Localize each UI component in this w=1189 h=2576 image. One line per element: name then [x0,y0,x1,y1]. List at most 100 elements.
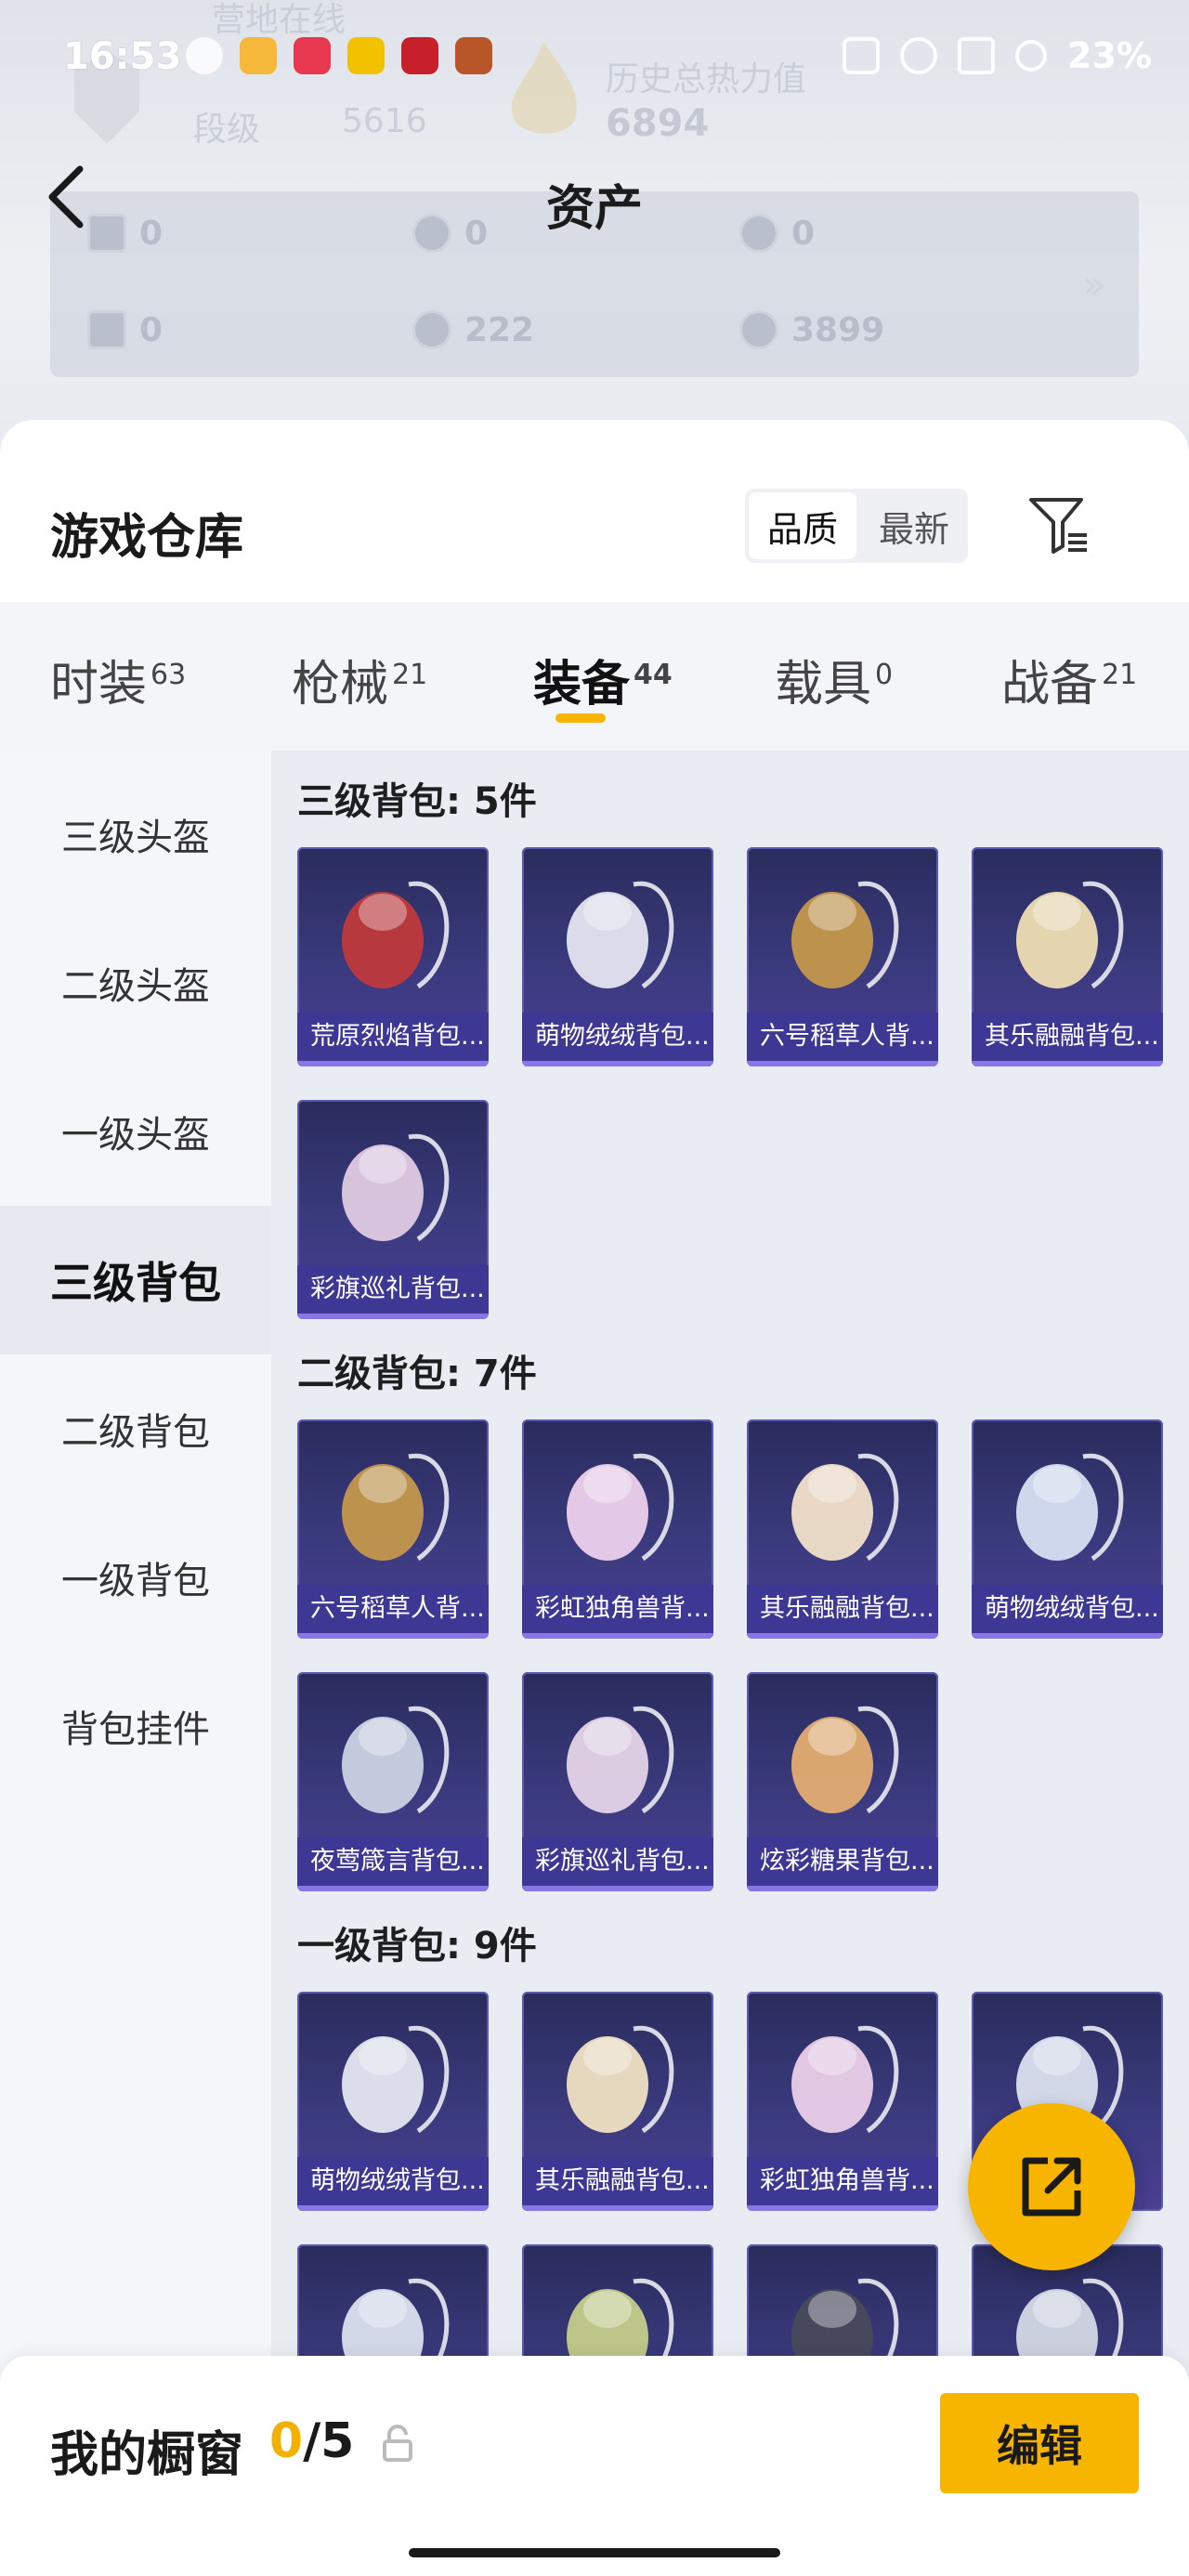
sidebar-item-backpack-2[interactable]: 二级背包 [0,1354,271,1503]
asset-value: 0 [139,310,163,349]
sidebar-item-helmet-3[interactable]: 三级头盔 [0,760,271,909]
header-background: 营地在线 段级 5616 历史总热力值 6894 16:53 23% 0 0 0… [0,0,1189,464]
item-card[interactable]: 六号稻草人背... [747,847,938,1066]
item-grid: 三级背包: 5件 二级背包: 7件 一级背包: 9件 荒原烈焰背包... 萌物绒绒… [271,751,1189,2576]
home-indicator [409,2548,780,2557]
item-card[interactable]: 彩虹独角兽背... [522,1419,713,1639]
rarity-strip [297,1314,489,1319]
item-name: 六号稻草人背... [747,1013,938,1061]
asset-item: 222 [412,310,534,349]
sidebar-item-backpack-pendant[interactable]: 背包挂件 [0,1652,271,1800]
item-card[interactable]: 其乐融融背包... [747,1419,938,1639]
item-card[interactable]: 荒原烈焰背包... [297,847,489,1066]
tab-count: 0 [875,658,894,691]
asset-item: 0 [87,310,163,349]
warehouse-sheet: 游戏仓库 品质 最新 时装 63 枪械 21 装备 44 载具 0 战备 21 三级头盔 … [0,420,1189,2576]
sidebar-item-helmet-2[interactable]: 二级头盔 [0,909,271,1057]
gem-icon [412,310,451,349]
card-icon [87,310,126,349]
tab-fashion[interactable]: 时装 63 [50,645,186,714]
tab-label: 载具 [775,657,872,713]
sidebar-item-backpack-1[interactable]: 一级背包 [0,1503,271,1652]
backpack-icon [791,881,899,989]
item-card[interactable]: 彩虹独角兽背... [747,1992,938,2211]
rarity-strip [297,1633,489,1639]
tab-label: 战备 [1001,657,1099,713]
item-card[interactable]: 夜莺箴言背包... [297,1672,489,1891]
tab-equipment[interactable]: 装备 44 [533,645,673,714]
item-card[interactable]: 彩旗巡礼背包... [297,1100,489,1319]
sim-off-icon [958,37,996,74]
rarity-strip [522,1061,713,1066]
wifi-icon [900,37,938,74]
rarity-strip [747,2205,938,2211]
backpack-icon [342,1133,450,1242]
tab-guns[interactable]: 枪械 21 [292,645,427,714]
tab-battle-gear[interactable]: 战备 21 [1001,645,1137,714]
item-name: 彩旗巡礼背包... [522,1837,713,1886]
status-time: 16:53 [63,35,182,78]
backpack-icon [791,2025,899,2134]
status-app-icons [186,37,492,74]
sidebar: 三级头盔 二级头盔 一级头盔 三级背包 二级背包 一级背包 背包挂件 [0,751,271,2576]
gold-coin-icon [739,310,778,349]
sidebar-item-backpack-3[interactable]: 三级背包 [0,1206,271,1354]
category-tabs: 时装 63 枪械 21 装备 44 载具 0 战备 21 [0,602,1189,751]
backpack-icon [791,1706,899,1814]
item-name: 六号稻草人背... [297,1585,489,1633]
filter-icon[interactable] [1026,492,1092,559]
sort-toggle: 品质 最新 [745,489,968,563]
item-card[interactable]: 其乐融融背包... [522,1992,713,2211]
item-card[interactable]: 彩旗巡礼背包... [522,1672,713,1891]
asset-value: 222 [464,310,535,349]
battery-level: 23% [1067,35,1152,76]
tab-count: 44 [634,658,673,691]
wechat-icon [186,37,223,74]
rarity-strip [747,1886,938,1891]
group-title: 三级背包: 5件 [297,780,537,823]
group-title: 二级背包: 7件 [297,1353,537,1395]
backpack-icon [567,2025,674,2134]
showcase-total: /5 [303,2413,355,2469]
item-card[interactable]: 萌物绒绒背包... [522,847,713,1066]
item-card[interactable]: 萌物绒绒背包... [972,1419,1163,1639]
backpack-icon [567,881,674,989]
group-title: 一级背包: 9件 [297,1925,537,1968]
sort-quality-button[interactable]: 品质 [749,492,856,559]
notes-app-icon [240,37,277,74]
rarity-strip [522,2205,713,2211]
showcase-bar: 我的橱窗 0/5 编辑 [0,2356,1189,2576]
tab-underline [555,713,606,723]
item-card[interactable]: 六号稻草人背... [297,1419,489,1639]
warehouse-title: 游戏仓库 [50,510,244,566]
chevron-double-right-icon[interactable]: » [1083,264,1105,307]
backpack-icon [342,2025,450,2134]
item-name: 炫彩糖果背包... [747,1837,938,1886]
tab-vehicles[interactable]: 载具 0 [775,645,893,714]
rarity-strip [972,1633,1163,1639]
sort-newest-button[interactable]: 最新 [860,489,968,563]
item-name: 彩虹独角兽背... [747,2157,938,2205]
item-name: 萌物绒绒背包... [522,1013,713,1061]
backpack-icon [1016,1453,1124,1562]
item-card[interactable]: 萌物绒绒背包... [297,1992,489,2211]
rarity-strip [972,1061,1163,1066]
item-card[interactable]: 炫彩糖果背包... [747,1672,938,1891]
showcase-current: 0 [269,2413,304,2469]
status-bar: 16:53 23% [0,0,1189,111]
item-name: 夜莺箴言背包... [297,1837,489,1886]
backpack-icon [791,1453,899,1562]
mute-icon [843,37,881,74]
item-name: 其乐融融背包... [747,1585,938,1633]
sidebar-item-helmet-1[interactable]: 一级头盔 [0,1057,271,1206]
edit-button[interactable]: 编辑 [940,2393,1139,2493]
battery-icon [1015,40,1048,72]
lock-icon [383,2425,412,2462]
item-card[interactable]: 其乐融融背包... [972,847,1163,1066]
share-icon [1022,2157,1081,2216]
share-button[interactable] [968,2103,1135,2270]
backpack-icon [342,1706,450,1814]
music-app-icon [294,37,331,74]
showcase-count: 0/5 [269,2413,354,2469]
backpack-icon [1016,881,1124,989]
